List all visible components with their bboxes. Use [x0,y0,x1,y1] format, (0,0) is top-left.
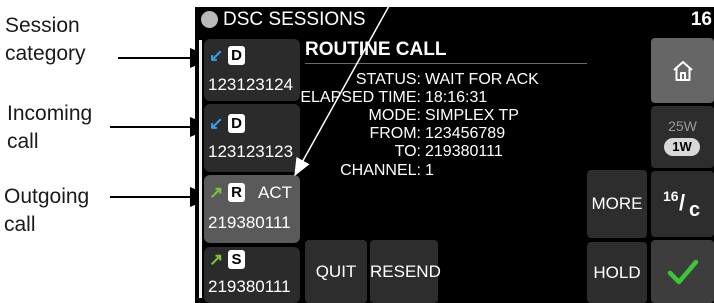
field-label: FROM: [369,125,421,142]
field-label: MODE: [368,107,421,124]
session-number: 219380111 [208,213,291,232]
session-item[interactable]: ↙ D 123123124 [204,39,300,101]
incoming-arrow-icon: ↙ [209,114,224,133]
outgoing-arrow-icon: ↗ [209,183,224,202]
callout-line: Incoming [7,102,93,125]
divider [305,63,587,64]
more-label: MORE [591,194,643,213]
checkmark-icon [667,259,699,285]
callout-outgoing-call: Outgoing call [4,183,89,239]
home-icon [673,61,693,81]
status-header: DSC SESSIONS 16 [195,7,714,32]
session-item[interactable]: ↗ S 219380111 [204,247,300,303]
home-button[interactable] [651,38,714,103]
session-number: 123123123 [208,142,294,161]
session-category-badge: S [228,250,245,269]
callout-session-category: Session category [5,12,86,68]
power-toggle-button[interactable]: 25W 1W [651,106,714,168]
quit-label: QUIT [315,262,357,281]
session-category-badge: R [228,183,245,202]
channel-slash: / [679,190,686,215]
session-item-active[interactable]: ↗ R ACT 219380111 [204,175,300,243]
field-label: ELAPSED TIME: [300,89,421,106]
power-high-label: 25W [668,118,697,134]
resend-button[interactable]: RESEND [370,240,441,303]
session-item[interactable]: ↙ D 123123123 [204,104,300,172]
confirm-button[interactable] [651,240,714,303]
channel-button[interactable]: 16 / c [651,171,714,237]
callout-line: Outgoing [4,185,90,208]
session-status: ACT [258,183,292,202]
power-low-badge: 1W [664,138,700,156]
quit-button[interactable]: QUIT [305,240,367,303]
dsc-screen: DSC SESSIONS 16 ↙ D 123123124 ↙ D 123123… [195,7,714,303]
session-list-scrollbar[interactable] [199,40,202,298]
field-label: TO: [394,143,421,160]
hold-button[interactable]: HOLD [587,242,647,303]
field-value: 1 [425,162,434,179]
field-value: 123456789 [425,125,506,142]
header-number: 16 [690,9,712,30]
session-category-badge: D [228,46,245,65]
field-value: 219380111 [425,143,503,160]
session-category-badge: D [228,114,245,133]
call-title: ROUTINE CALL [305,39,447,60]
callout-line: Session [5,14,80,37]
incoming-arrow-icon: ↙ [209,46,224,65]
channel-suffix: c [689,199,701,221]
header-title: DSC SESSIONS [223,9,366,30]
hold-label: HOLD [593,263,641,282]
session-number: 123123124 [208,75,294,94]
power-low-label: 1W [672,139,692,154]
field-value: WAIT FOR ACK [425,71,539,88]
callout-line: call [4,213,36,236]
outgoing-arrow-icon: ↗ [209,250,224,269]
field-label: CHANNEL: [340,162,421,179]
session-number: 219380111 [208,277,291,296]
callout-incoming-call: Incoming call [7,100,92,156]
callout-line: call [7,130,39,153]
more-button[interactable]: MORE [587,170,647,238]
status-dot-icon [201,11,218,28]
resend-label: RESEND [370,262,441,281]
field-value: SIMPLEX TP [425,107,519,124]
field-label: STATUS: [355,71,421,88]
channel-number: 16 [663,188,679,204]
field-value: 18:16:31 [425,89,488,106]
callout-line: category [5,42,86,65]
